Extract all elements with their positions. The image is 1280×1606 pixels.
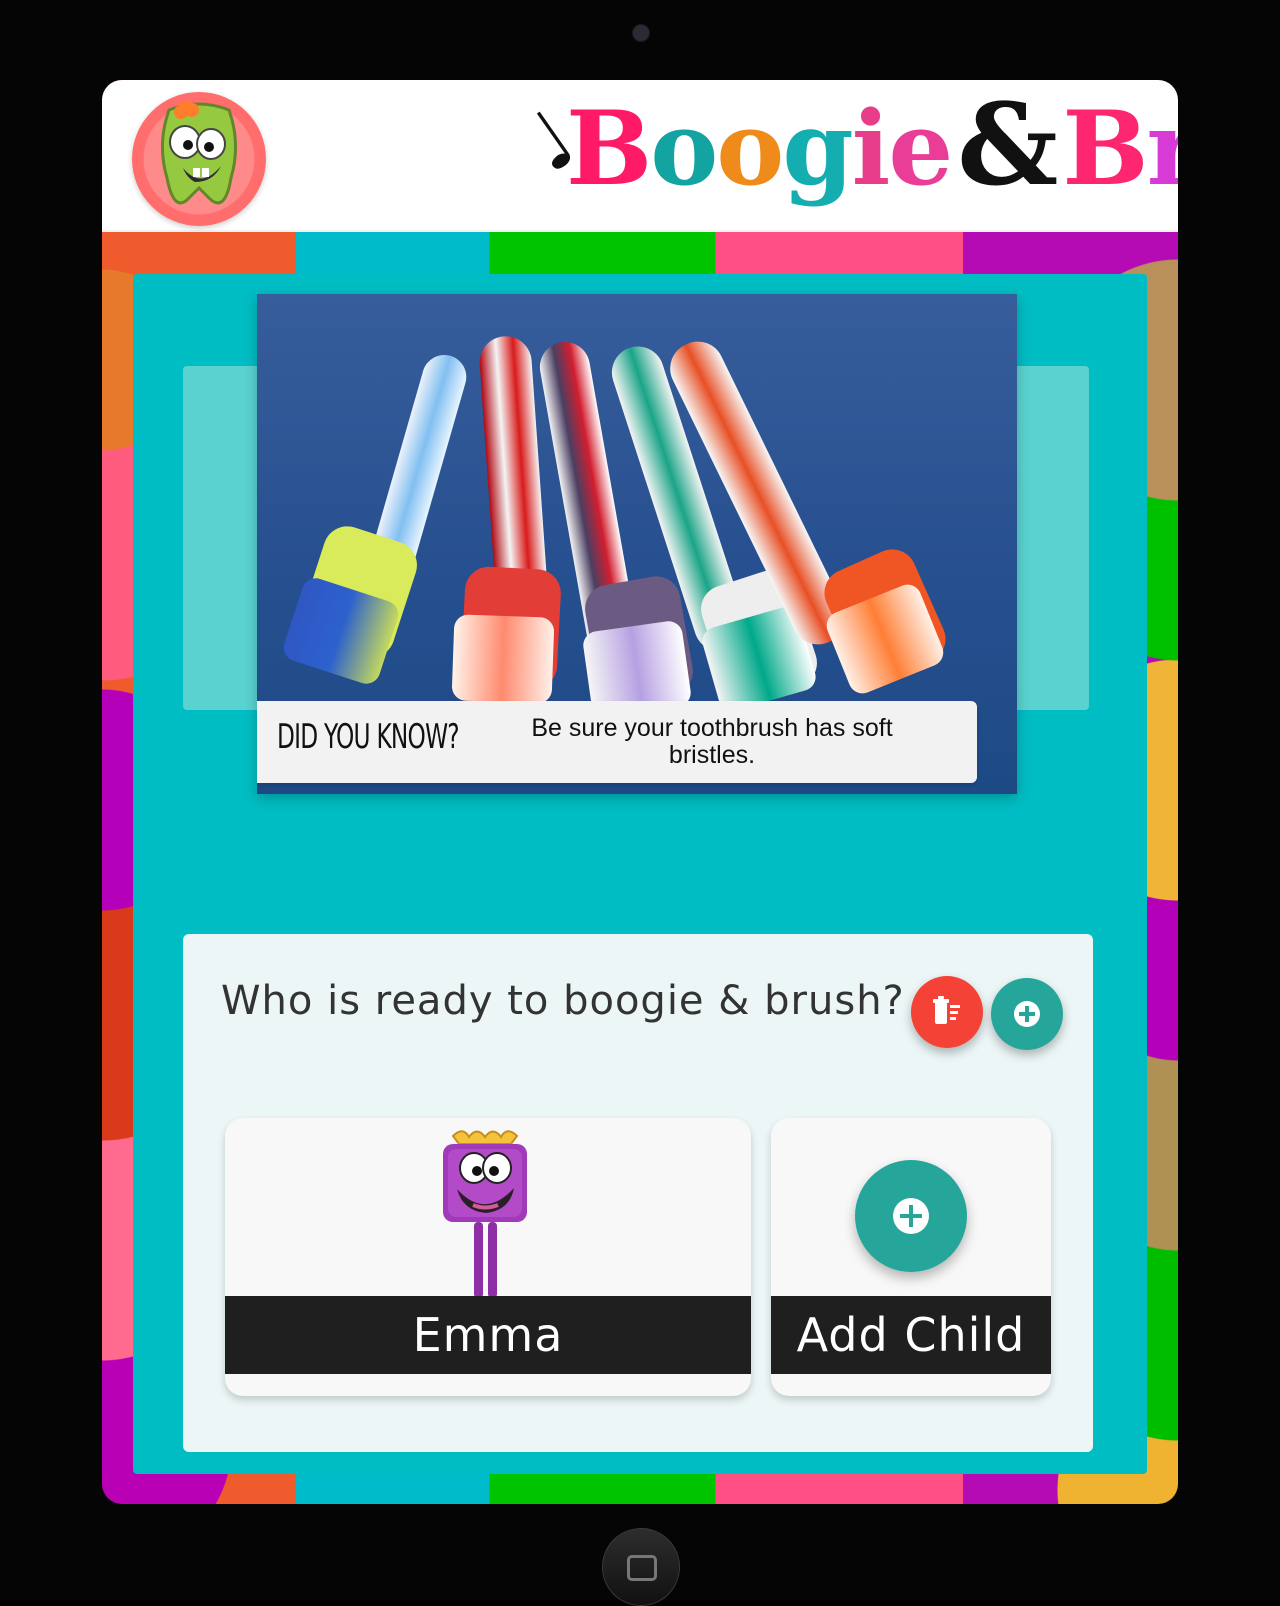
app-header: ♩ Boogie&Brush ♪: [102, 80, 1178, 232]
brand-ampersand-music-icon: &: [957, 80, 1058, 211]
tip-text: Be sure your toothbrush has soft bristle…: [531, 714, 893, 769]
child-card-emma[interactable]: Emma: [225, 1118, 751, 1396]
brand-letter: B: [1062, 89, 1148, 209]
brand-letter: o: [716, 89, 784, 209]
add-child-label: Add Child: [796, 1308, 1026, 1362]
brand-logo-text: Boogie&Brush: [566, 90, 1178, 202]
main-content-panel: DID YOU KNOW? Be sure your toothbrush ha…: [133, 274, 1147, 1474]
child-name-band: Emma: [225, 1296, 751, 1374]
tip-carousel-card[interactable]: DID YOU KNOW? Be sure your toothbrush ha…: [257, 294, 1017, 794]
mascot-avatar-button[interactable]: [132, 92, 266, 226]
app-screen: ♩ Boogie&Brush ♪: [102, 80, 1178, 1504]
brand-letter: i: [851, 89, 891, 209]
brand-letter: g: [782, 89, 853, 209]
brand-letter: r: [1146, 89, 1178, 209]
tablet-frame: ♩ Boogie&Brush ♪: [0, 0, 1280, 1606]
delete-sweep-icon: [933, 996, 960, 1024]
child-selection-panel: Who is ready to boogie & brush? Emma Add…: [183, 934, 1093, 1452]
add-child-card[interactable]: Add Child: [771, 1118, 1051, 1396]
add-child-fab[interactable]: [991, 978, 1063, 1050]
child-name-label: Emma: [412, 1308, 564, 1362]
did-you-know-card: DID YOU KNOW? Be sure your toothbrush ha…: [257, 701, 977, 783]
music-note-icon: ♪: [1176, 102, 1178, 182]
brand-letter: B: [566, 89, 652, 209]
green-tooth-monster-icon: [160, 102, 238, 205]
add-child-band: Add Child: [771, 1296, 1051, 1374]
brand-letter: e: [888, 89, 953, 209]
toothbrush-bristles: [451, 614, 555, 704]
did-you-know-label: DID YOU KNOW?: [277, 717, 460, 757]
brand-letter: o: [650, 89, 718, 209]
boogie-brush-logo: ♩ Boogie&Brush ♪: [316, 80, 1178, 230]
child-selection-title: Who is ready to boogie & brush?: [221, 978, 905, 1024]
delete-child-button[interactable]: [911, 976, 983, 1048]
camera-icon: [632, 24, 650, 42]
add-child-card-button[interactable]: [855, 1160, 967, 1272]
plus-circle-icon: [1014, 1001, 1040, 1027]
home-icon: [627, 1555, 657, 1581]
purple-monster-avatar-icon: [443, 1130, 527, 1307]
plus-circle-icon: [893, 1198, 929, 1234]
